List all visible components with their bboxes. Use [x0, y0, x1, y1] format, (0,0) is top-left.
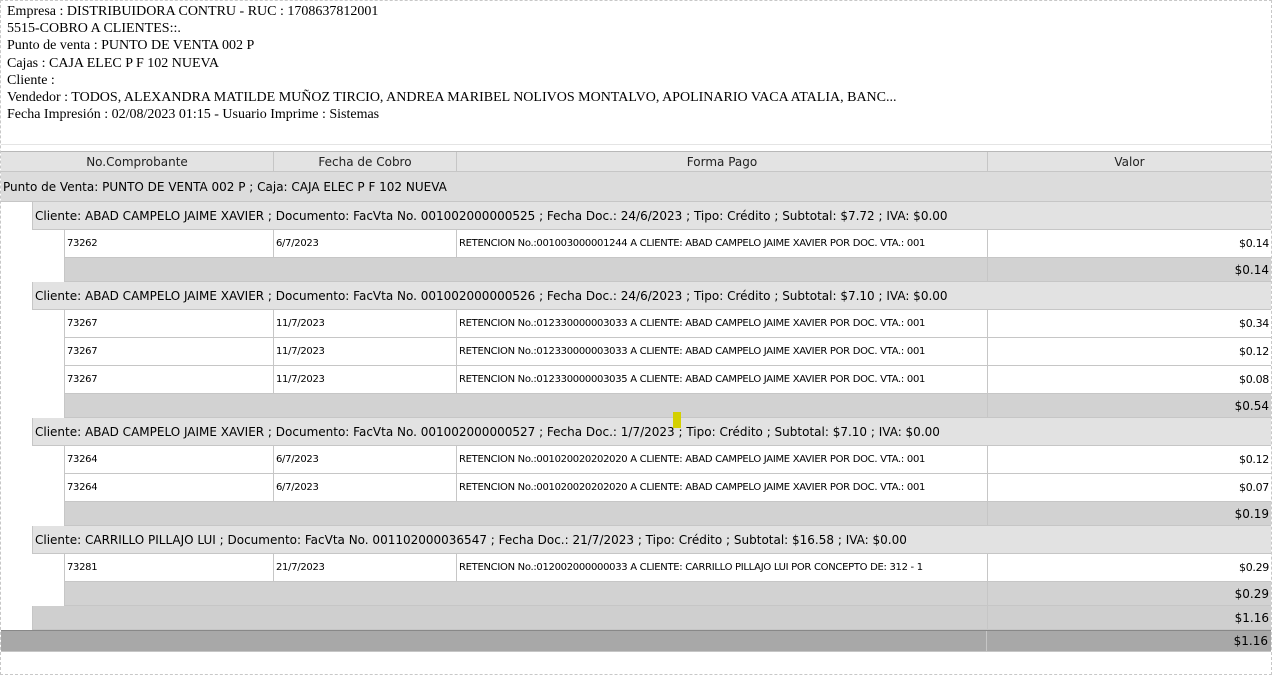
cell-fecha: 11/7/2023 — [274, 338, 457, 365]
table-row[interactable]: 73267 11/7/2023 RETENCION No.:012330000003… — [64, 366, 1271, 394]
cell-forma-pago: RETENCION No.:012330000003033 A CLIENTE:… — [457, 310, 988, 337]
client-subtotal-row: $0.14 — [64, 258, 1271, 282]
cell-fecha: 6/7/2023 — [274, 230, 457, 257]
cell-forma-pago: RETENCION No.:001020020202020 A CLIENTE:… — [457, 474, 988, 501]
cell-fecha: 6/7/2023 — [274, 446, 457, 473]
cell-valor: $0.12 — [1239, 453, 1269, 466]
cursor-marker — [673, 412, 681, 428]
table-row[interactable]: 73262 6/7/2023 RETENCION No.:0010030000012… — [64, 230, 1271, 258]
subtotal-spacer — [33, 606, 988, 629]
cell-valor: $0.29 — [1239, 561, 1269, 574]
grand-total-row: $1.16 — [1, 630, 1271, 652]
fecha-impresion-line: Fecha Impresión : 02/08/2023 01:15 - Usu… — [7, 107, 380, 123]
cell-forma-pago: RETENCION No.:012330000003033 A CLIENTE:… — [457, 338, 988, 365]
table-row[interactable]: 73267 11/7/2023 RETENCION No.:012330000003… — [64, 338, 1271, 366]
column-header-row: No.Comprobante Fecha de Cobro Forma Pago… — [1, 151, 1271, 172]
client-subtotal-value: $0.54 — [1234, 399, 1269, 413]
cliente-line: Cliente : — [7, 72, 55, 88]
cell-valor: $0.08 — [1239, 373, 1269, 386]
cell-forma-pago: RETENCION No.:001003000001244 A CLIENTE:… — [457, 230, 988, 257]
subtotal-spacer — [65, 394, 988, 417]
subtotal-spacer — [65, 582, 988, 605]
punto-venta-group-row[interactable]: Punto de Venta: PUNTO DE VENTA 002 P ; C… — [1, 172, 1271, 202]
report-grid: No.Comprobante Fecha de Cobro Forma Pago… — [1, 151, 1271, 652]
subtotal-spacer — [65, 258, 988, 281]
cell-fecha: 11/7/2023 — [274, 366, 457, 393]
client-groups: Cliente: ABAD CAMPELO JAIME XAVIER ; Doc… — [1, 202, 1271, 606]
cell-forma-pago: RETENCION No.:001020020202020 A CLIENTE:… — [457, 446, 988, 473]
cell-valor: $0.07 — [1239, 481, 1269, 494]
cell-comprobante: 73267 — [65, 338, 274, 365]
cell-fecha: 21/7/2023 — [274, 554, 457, 581]
header-separator — [1, 144, 1271, 145]
report-title: 5515-COBRO A CLIENTES::. — [7, 21, 181, 37]
table-row[interactable]: 73267 11/7/2023 RETENCION No.:012330000003… — [64, 310, 1271, 338]
client-group-row[interactable]: Cliente: CARRILLO PILLAJO LUI ; Document… — [32, 526, 1271, 554]
cell-fecha: 6/7/2023 — [274, 474, 457, 501]
client-subtotal-value: $0.14 — [1234, 263, 1269, 277]
cajas-line: Cajas : CAJA ELEC P F 102 NUEVA — [7, 55, 219, 71]
grand-total-value: $1.16 — [1233, 634, 1268, 648]
cell-forma-pago: RETENCION No.:012330000003035 A CLIENTE:… — [457, 366, 988, 393]
vendedor-line: Vendedor : TODOS, ALEXANDRA MATILDE MUÑO… — [7, 89, 897, 105]
client-group-row[interactable]: Cliente: ABAD CAMPELO JAIME XAVIER ; Doc… — [32, 202, 1271, 230]
empresa-line: Empresa : DISTRIBUIDORA CONTRU - RUC : 1… — [7, 4, 379, 19]
punto-venta-line: Punto de venta : PUNTO DE VENTA 002 P — [7, 38, 255, 54]
table-row[interactable]: 73281 21/7/2023 RETENCION No.:012002000000… — [64, 554, 1271, 582]
cell-comprobante: 73267 — [65, 310, 274, 337]
client-subtotal-value: $0.29 — [1234, 587, 1269, 601]
cell-valor: $0.34 — [1239, 317, 1269, 330]
cell-valor: $0.12 — [1239, 345, 1269, 358]
cell-forma-pago: RETENCION No.:012002000000033 A CLIENTE:… — [457, 554, 988, 581]
cell-fecha: 11/7/2023 — [274, 310, 457, 337]
cell-comprobante: 73262 — [65, 230, 274, 257]
column-header-comprobante[interactable]: No.Comprobante — [1, 152, 274, 171]
client-group-row[interactable]: Cliente: ABAD CAMPELO JAIME XAVIER ; Doc… — [32, 418, 1271, 446]
total-spacer — [1, 631, 987, 651]
client-subtotal-row: $0.19 — [64, 502, 1271, 526]
report-header: Empresa : DISTRIBUIDORA CONTRU - RUC : 1… — [7, 3, 897, 123]
client-group-row[interactable]: Cliente: ABAD CAMPELO JAIME XAVIER ; Doc… — [32, 282, 1271, 310]
client-subtotal-row: $0.29 — [64, 582, 1271, 606]
cell-valor: $0.14 — [1239, 237, 1269, 250]
table-row[interactable]: 73264 6/7/2023 RETENCION No.:0010200202020… — [64, 446, 1271, 474]
cell-comprobante: 73281 — [65, 554, 274, 581]
punto-venta-subtotal-row: $1.16 — [32, 606, 1271, 630]
client-subtotal-row: $0.54 — [64, 394, 1271, 418]
column-header-forma-pago[interactable]: Forma Pago — [457, 152, 988, 171]
subtotal-spacer — [65, 502, 988, 525]
punto-venta-total-value: $1.16 — [1234, 611, 1269, 625]
cell-comprobante: 73267 — [65, 366, 274, 393]
column-header-fecha[interactable]: Fecha de Cobro — [274, 152, 457, 171]
column-header-valor[interactable]: Valor — [988, 152, 1271, 171]
cell-comprobante: 73264 — [65, 446, 274, 473]
table-row[interactable]: 73264 6/7/2023 RETENCION No.:0010200202020… — [64, 474, 1271, 502]
cell-comprobante: 73264 — [65, 474, 274, 501]
client-subtotal-value: $0.19 — [1234, 507, 1269, 521]
